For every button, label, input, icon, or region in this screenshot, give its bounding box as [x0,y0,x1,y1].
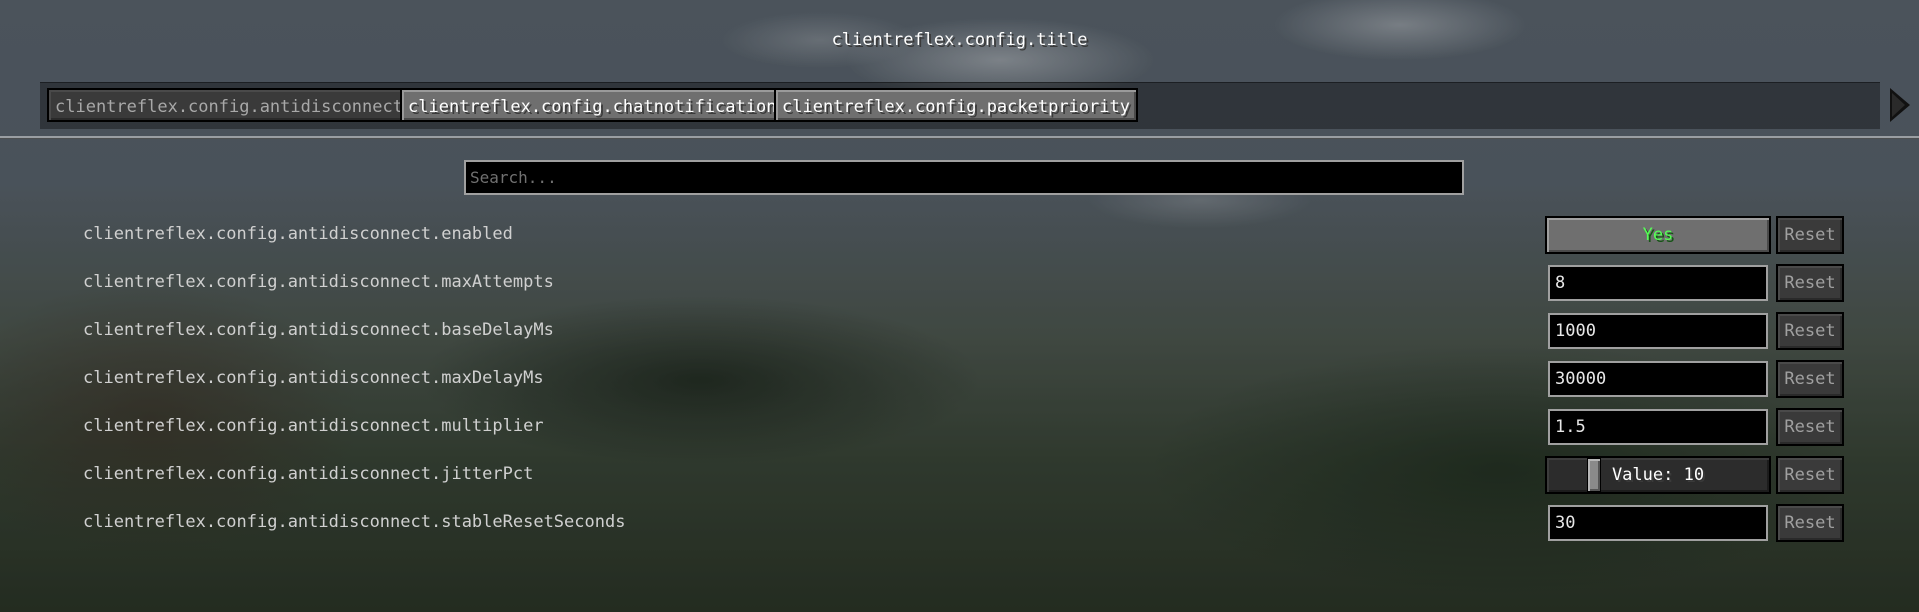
max-delay-field[interactable] [1548,361,1768,397]
reset-button[interactable]: Reset [1776,408,1844,446]
tab-bar: clientreflex.config.antidisconnect clien… [40,82,1880,129]
option-row-multiplier: clientreflex.config.antidisconnect.multi… [0,408,1919,446]
screen-title: clientreflex.config.title [831,30,1088,50]
multiplier-field[interactable] [1548,409,1768,445]
tab-packetpriority[interactable]: clientreflex.config.packetpriority [774,88,1138,122]
option-label: clientreflex.config.antidisconnect.enabl… [83,224,513,244]
base-delay-field[interactable] [1548,313,1768,349]
option-label: clientreflex.config.antidisconnect.jitte… [83,464,534,484]
search-input[interactable] [464,160,1464,195]
reset-button[interactable]: Reset [1776,504,1844,542]
stable-reset-seconds-field[interactable] [1548,505,1768,541]
option-label: clientreflex.config.antidisconnect.multi… [83,416,544,436]
option-label: clientreflex.config.antidisconnect.stabl… [83,512,626,532]
tab-chatnotifications[interactable]: clientreflex.config.chatnotifications [400,88,795,122]
option-label: clientreflex.config.antidisconnect.maxAt… [83,272,554,292]
option-row-stableresetseconds: clientreflex.config.antidisconnect.stabl… [0,504,1919,542]
option-label: clientreflex.config.antidisconnect.baseD… [83,320,554,340]
option-row-enabled: clientreflex.config.antidisconnect.enabl… [0,216,1919,254]
option-row-basedelayms: clientreflex.config.antidisconnect.baseD… [0,312,1919,350]
reset-button[interactable]: Reset [1776,216,1844,254]
option-label: clientreflex.config.antidisconnect.maxDe… [83,368,544,388]
tab-antidisconnect[interactable]: clientreflex.config.antidisconnect [47,88,411,122]
slider-value-text: Value: 10 [1611,465,1705,485]
jitter-slider[interactable]: Value: 10 [1545,456,1771,494]
option-row-maxattempts: clientreflex.config.antidisconnect.maxAt… [0,264,1919,302]
reset-button[interactable]: Reset [1776,360,1844,398]
option-row-maxdelayms: clientreflex.config.antidisconnect.maxDe… [0,360,1919,398]
reset-button[interactable]: Reset [1776,456,1844,494]
chevron-right-icon[interactable] [1890,88,1910,122]
option-row-jitterpct: clientreflex.config.antidisconnect.jitte… [0,456,1919,494]
header-divider [0,136,1919,139]
reset-button[interactable]: Reset [1776,312,1844,350]
enabled-toggle-button[interactable]: Yes [1545,216,1771,254]
reset-button[interactable]: Reset [1776,264,1844,302]
max-attempts-field[interactable] [1548,265,1768,301]
